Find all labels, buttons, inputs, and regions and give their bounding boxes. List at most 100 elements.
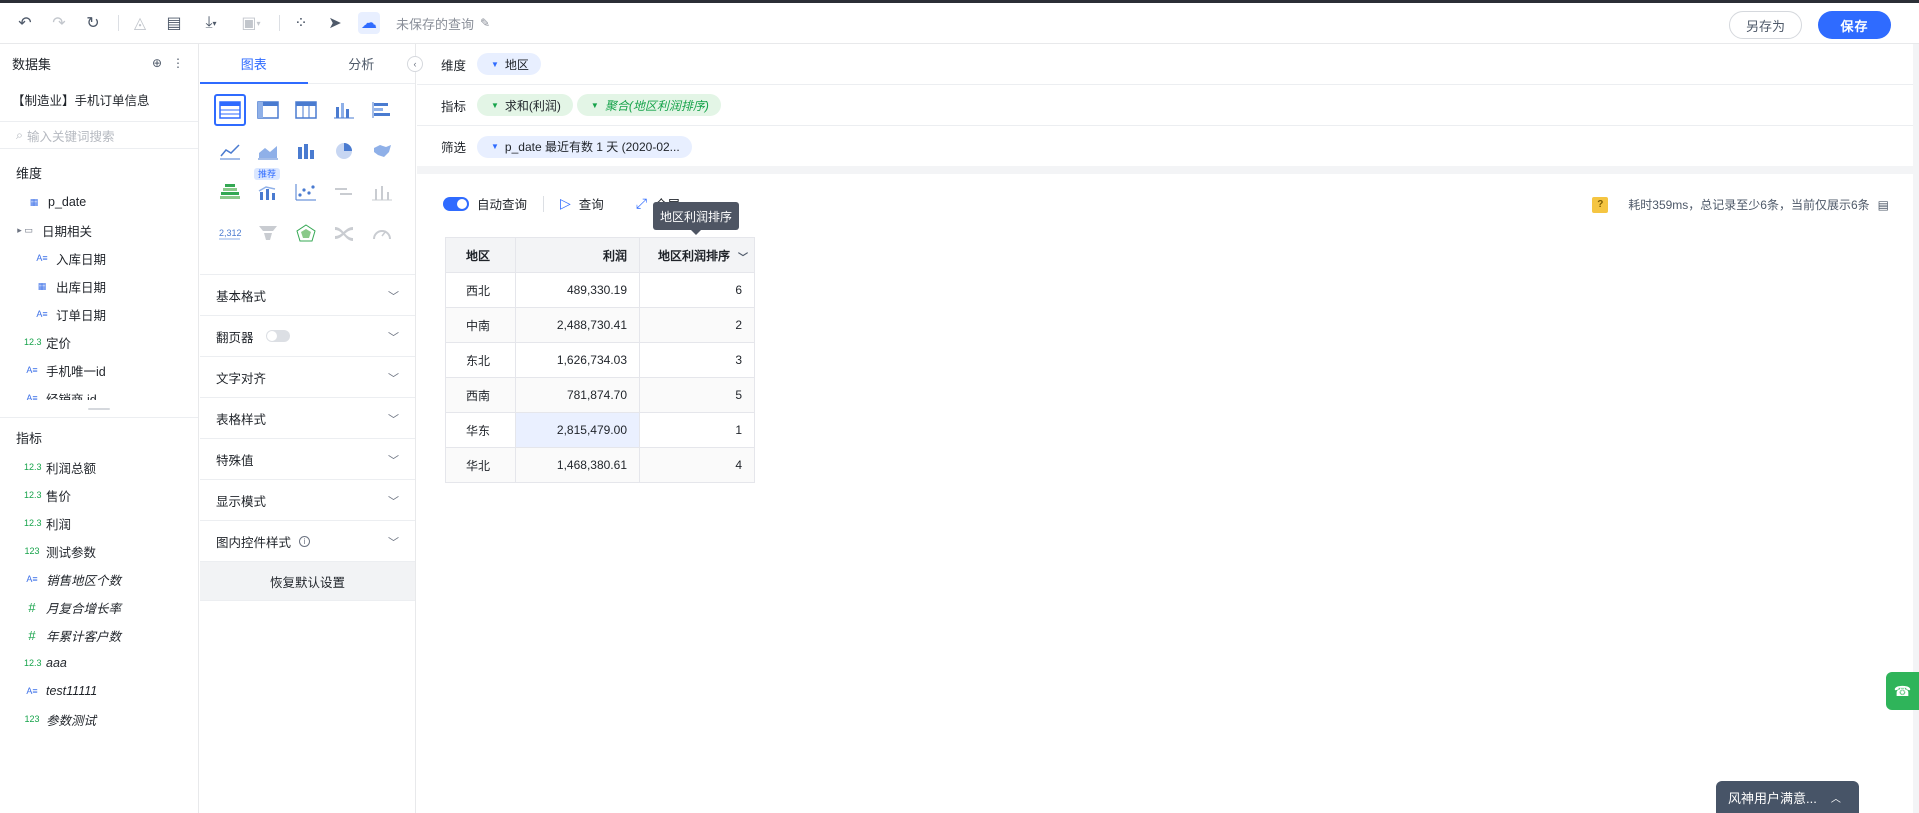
section-basic-format[interactable]: 基本格式 ﹀ xyxy=(200,274,415,315)
auto-query-toggle[interactable] xyxy=(443,196,469,211)
table-cell[interactable]: 6 xyxy=(639,272,755,308)
dimension-pill[interactable]: ▼ 地区 xyxy=(477,53,541,75)
funnel-chart-icon[interactable] xyxy=(252,217,284,249)
sql-view-icon[interactable]: ▤ xyxy=(163,12,185,34)
table-cell[interactable]: 1,626,734.03 xyxy=(515,342,640,378)
table-cell[interactable]: 1,468,380.61 xyxy=(515,447,640,483)
table-cell[interactable]: 4 xyxy=(639,447,755,483)
more-icon[interactable]: ⋮ xyxy=(172,56,184,70)
column-chart-icon[interactable] xyxy=(290,135,322,167)
send-icon[interactable]: ➤ xyxy=(324,12,346,34)
collapse-panel-icon[interactable]: ‹ xyxy=(407,56,423,72)
horizontal-bar-icon[interactable] xyxy=(366,94,398,126)
gantt-chart-icon[interactable] xyxy=(328,176,360,208)
dimension-field[interactable]: 12.3 定价 xyxy=(0,328,198,356)
tab-analysis[interactable]: 分析 xyxy=(308,44,416,83)
apps-icon[interactable]: ⁘ xyxy=(290,12,312,34)
save-as-button[interactable]: 另存为 xyxy=(1729,11,1802,39)
help-icon[interactable]: ? xyxy=(1592,196,1609,213)
dimension-field[interactable]: A≡ 经销商 id xyxy=(0,384,198,401)
alert-icon[interactable]: ◬ xyxy=(129,12,151,34)
metric-field[interactable]: A≡ test11111 xyxy=(0,677,198,705)
undo-icon[interactable]: ↶ xyxy=(14,12,36,34)
filter-pill[interactable]: ▼ p_date 最近有数 1 天 (2020-02... xyxy=(477,135,692,158)
query-title[interactable]: 未保存的查询 ✎ xyxy=(396,14,490,33)
table-cell[interactable]: 西南 xyxy=(445,377,516,413)
dimension-field[interactable]: A≡ 订单日期 xyxy=(0,300,198,328)
edit-icon[interactable]: ✎ xyxy=(480,16,490,30)
field-search-input[interactable]: ⌕ 输入关键词搜索 xyxy=(0,121,198,149)
table-cell[interactable]: 2,488,730.41 xyxy=(515,307,640,343)
restore-defaults-button[interactable]: 恢复默认设置 xyxy=(200,561,415,601)
scatter-chart-icon[interactable] xyxy=(290,176,322,208)
fullscreen-icon[interactable]: ⤢ xyxy=(636,195,647,212)
share-icon[interactable]: ▣ ▾ xyxy=(237,12,265,34)
table-cell[interactable]: 1 xyxy=(639,412,755,448)
area-chart-icon[interactable] xyxy=(252,135,284,167)
table-cell[interactable]: 华东 xyxy=(445,412,516,448)
customer-support-icon[interactable]: ☎ xyxy=(1886,672,1919,710)
metric-field[interactable]: A≡ 销售地区个数 xyxy=(0,565,198,593)
metric-field[interactable]: 12.3 利润总额 xyxy=(0,453,198,481)
metric-field[interactable]: 123 测试参数 xyxy=(0,537,198,565)
section-special-values[interactable]: 特殊值 ﹀ xyxy=(200,438,415,479)
section-text-align[interactable]: 文字对齐 ﹀ xyxy=(200,356,415,397)
metric-field[interactable]: # 月复合增长率 xyxy=(0,593,198,621)
save-button[interactable]: 保存 xyxy=(1818,11,1891,39)
column-header-region[interactable]: 地区 xyxy=(445,237,516,273)
detail-table-icon[interactable] xyxy=(290,94,322,126)
dimension-field[interactable]: A≡ 入库日期 xyxy=(0,244,198,272)
tab-chart[interactable]: 图表 xyxy=(200,44,308,83)
sankey-chart-icon[interactable] xyxy=(328,217,360,249)
line-chart-icon[interactable] xyxy=(214,135,246,167)
panel-splitter[interactable] xyxy=(0,400,198,418)
metric-pill-sum-profit[interactable]: ▼ 求和(利润) xyxy=(477,94,573,116)
add-field-icon[interactable]: ⊕ xyxy=(152,56,162,70)
kpi-card-icon[interactable]: 2,312 xyxy=(214,217,246,249)
table-cell[interactable]: 中南 xyxy=(445,307,516,343)
dataset-icon[interactable]: ☁ xyxy=(358,12,380,34)
pager-toggle[interactable] xyxy=(265,330,290,342)
metric-field[interactable]: 12.3 利润 xyxy=(0,509,198,537)
section-display-mode[interactable]: 显示模式 ﹀ xyxy=(200,479,415,520)
table-cell[interactable]: 西北 xyxy=(445,272,516,308)
table-cell[interactable]: 5 xyxy=(639,377,755,413)
metric-field[interactable]: 12.3 售价 xyxy=(0,481,198,509)
table-cell[interactable]: 东北 xyxy=(445,342,516,378)
table-cell[interactable]: 3 xyxy=(639,342,755,378)
metric-field[interactable]: 123 参数测试 xyxy=(0,705,198,733)
play-icon[interactable]: ▷ xyxy=(560,195,571,212)
section-table-style[interactable]: 表格样式 ﹀ xyxy=(200,397,415,438)
table-cell[interactable]: 2,815,479.00 xyxy=(515,412,640,448)
log-icon[interactable]: ▤ xyxy=(1878,198,1889,212)
dataset-name[interactable]: 【制造业】手机订单信息 xyxy=(0,82,198,121)
combo-chart-icon[interactable]: 推荐 xyxy=(252,168,284,208)
funnel-stack-icon[interactable] xyxy=(214,176,246,208)
histogram-icon[interactable] xyxy=(366,176,398,208)
table-cell[interactable]: 2 xyxy=(639,307,755,343)
download-icon[interactable]: ⤓ ▾ xyxy=(197,12,225,34)
table-cell[interactable]: 华北 xyxy=(445,447,516,483)
metric-field[interactable]: 12.3 aaa xyxy=(0,649,198,677)
chevron-up-icon[interactable]: ︿ xyxy=(1831,790,1841,805)
table-cell[interactable]: 489,330.19 xyxy=(515,272,640,308)
refresh-icon[interactable]: ↻ xyxy=(82,12,104,34)
table-chart-icon[interactable] xyxy=(214,94,246,126)
table-cell[interactable]: 781,874.70 xyxy=(515,377,640,413)
metric-field[interactable]: # 年累计客户数 xyxy=(0,621,198,649)
gauge-chart-icon[interactable] xyxy=(366,217,398,249)
column-header-profit[interactable]: 利润 xyxy=(515,237,640,273)
pie-chart-icon[interactable] xyxy=(328,135,360,167)
map-chart-icon[interactable] xyxy=(366,135,398,167)
query-button[interactable]: 查询 xyxy=(579,194,604,213)
dimension-field[interactable]: ▦ 出库日期 xyxy=(0,272,198,300)
dimension-field[interactable]: ▸ ▭ 日期相关 xyxy=(0,216,198,244)
bar-chart-icon[interactable] xyxy=(328,94,360,126)
info-icon[interactable]: i xyxy=(299,535,311,547)
dimension-field[interactable]: ▦ p_date xyxy=(0,188,198,216)
radar-chart-icon[interactable] xyxy=(290,217,322,249)
section-pager[interactable]: 翻页器 ﹀ xyxy=(200,315,415,356)
chevron-down-icon[interactable]: ﹀ xyxy=(738,249,748,264)
section-widget-style[interactable]: 图内控件样式 i ﹀ xyxy=(200,520,415,561)
column-header-region-rank[interactable]: 地区利润排序 ﹀ xyxy=(639,237,755,273)
